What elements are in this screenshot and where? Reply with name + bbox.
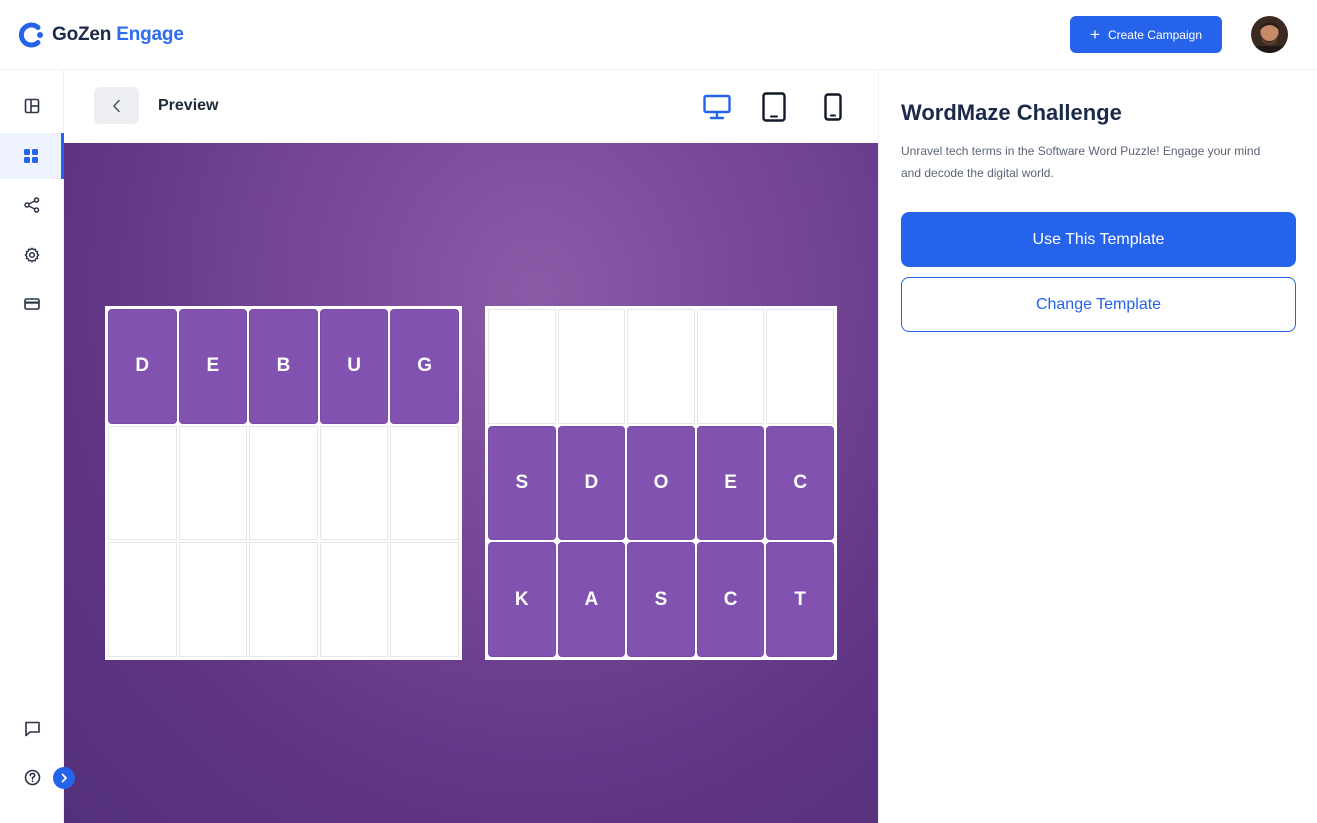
change-template-button[interactable]: Change Template bbox=[901, 277, 1296, 332]
empty-cell[interactable] bbox=[319, 425, 389, 541]
puzzle-grid-right: SDOECKASCT bbox=[485, 306, 837, 660]
help-icon bbox=[24, 769, 40, 785]
template-description: Unravel tech terms in the Software Word … bbox=[901, 144, 1261, 180]
sidebar-item-settings[interactable] bbox=[0, 232, 64, 278]
letter-tile[interactable]: O bbox=[627, 425, 695, 541]
letter-tile[interactable]: K bbox=[488, 542, 556, 657]
empty-cell[interactable] bbox=[178, 425, 248, 541]
tablet-view-button[interactable] bbox=[761, 90, 787, 124]
template-panel: WordMaze Challenge Unravel tech terms in… bbox=[878, 70, 1317, 823]
brand-name: GoZen Engage bbox=[52, 24, 184, 45]
preview-title: Preview bbox=[158, 97, 219, 114]
letter-tile[interactable]: U bbox=[319, 309, 389, 424]
sidebar-item-billing[interactable] bbox=[0, 281, 64, 327]
mobile-view-button[interactable] bbox=[822, 90, 844, 124]
chevron-right-icon bbox=[61, 773, 67, 783]
empty-cell[interactable] bbox=[319, 542, 389, 657]
sidebar-item-feedback[interactable] bbox=[0, 705, 64, 751]
empty-cell[interactable] bbox=[696, 309, 765, 424]
empty-cell[interactable] bbox=[557, 309, 626, 424]
empty-cell[interactable] bbox=[249, 425, 318, 541]
letter-tile[interactable]: D bbox=[108, 309, 177, 424]
plus-icon: + bbox=[1090, 25, 1100, 44]
preview-canvas: DEBUG SDOECKASCT bbox=[64, 143, 878, 823]
sidebar-item-templates[interactable] bbox=[0, 133, 64, 179]
letter-tile[interactable]: B bbox=[249, 309, 318, 424]
letter-tile[interactable]: C bbox=[766, 425, 834, 541]
letter-tile[interactable]: S bbox=[488, 425, 556, 541]
desktop-view-button[interactable] bbox=[702, 90, 732, 124]
mobile-icon bbox=[824, 93, 842, 121]
letter-tile[interactable]: E bbox=[696, 425, 765, 541]
letter-tile[interactable]: C bbox=[696, 542, 765, 657]
desktop-icon bbox=[703, 94, 731, 120]
letter-tile[interactable]: S bbox=[627, 542, 695, 657]
grid-icon bbox=[23, 149, 38, 163]
letter-tile[interactable]: T bbox=[766, 542, 834, 657]
letter-tile[interactable]: G bbox=[390, 309, 459, 424]
sidebar bbox=[0, 70, 75, 823]
gear-icon bbox=[24, 247, 40, 263]
empty-cell[interactable] bbox=[249, 542, 318, 657]
share-icon bbox=[24, 197, 40, 213]
create-campaign-button[interactable]: + Create Campaign bbox=[1070, 16, 1222, 53]
brand-logo[interactable]: GoZen Engage bbox=[18, 21, 184, 49]
empty-cell[interactable] bbox=[488, 309, 556, 424]
back-button[interactable] bbox=[94, 87, 139, 124]
sidebar-item-layout[interactable] bbox=[0, 83, 64, 129]
top-bar: GoZen Engage + Create Campaign bbox=[0, 0, 1317, 70]
empty-cell[interactable] bbox=[627, 309, 695, 424]
empty-cell[interactable] bbox=[178, 542, 248, 657]
letter-tile[interactable]: D bbox=[557, 425, 626, 541]
layout-icon bbox=[24, 98, 40, 114]
chat-icon bbox=[24, 721, 40, 736]
letter-tile[interactable]: E bbox=[178, 309, 248, 424]
use-template-button[interactable]: Use This Template bbox=[901, 212, 1296, 267]
preview-header: Preview bbox=[64, 70, 878, 143]
chevron-left-icon bbox=[112, 99, 120, 112]
user-avatar[interactable] bbox=[1251, 16, 1288, 53]
empty-cell[interactable] bbox=[390, 425, 459, 541]
empty-cell[interactable] bbox=[390, 542, 459, 657]
letter-tile[interactable]: A bbox=[557, 542, 626, 657]
sidebar-item-share[interactable] bbox=[0, 182, 64, 228]
empty-cell[interactable] bbox=[108, 425, 177, 541]
template-title: WordMaze Challenge bbox=[901, 100, 1122, 125]
sidebar-expand-button[interactable] bbox=[53, 767, 75, 789]
empty-cell[interactable] bbox=[766, 309, 834, 424]
empty-cell[interactable] bbox=[108, 542, 177, 657]
puzzle-grid-left: DEBUG bbox=[105, 306, 462, 660]
card-icon bbox=[24, 298, 40, 310]
tablet-icon bbox=[762, 92, 786, 122]
logo-icon bbox=[18, 22, 43, 48]
